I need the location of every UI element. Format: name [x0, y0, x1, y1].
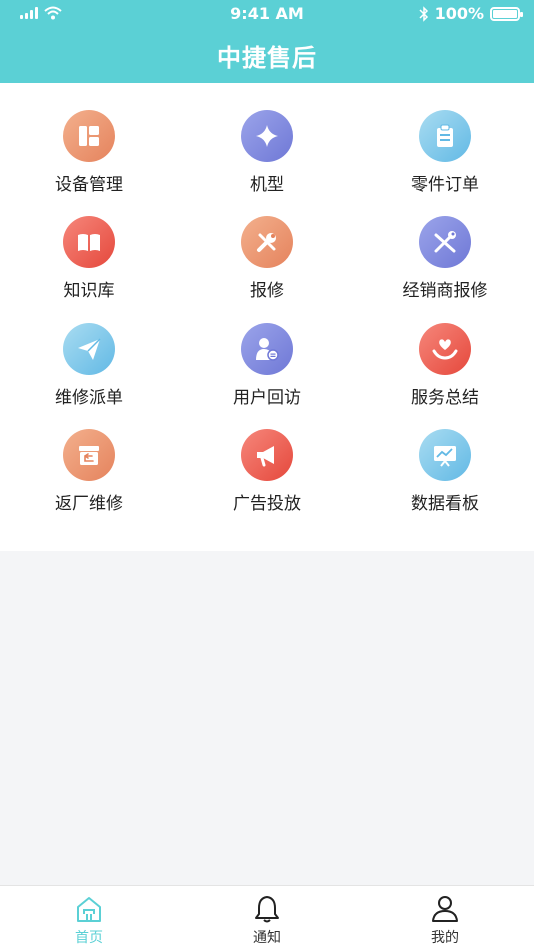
- menu-item[interactable]: 知识库: [0, 216, 178, 316]
- sparkle-icon: [241, 110, 293, 162]
- status-bar: 9:41 AM 100%: [0, 0, 534, 28]
- user-chat-icon: [241, 323, 293, 375]
- battery-percent: 100%: [434, 4, 484, 23]
- menu-item[interactable]: 报修: [178, 216, 356, 316]
- tab-label: 通知: [253, 930, 281, 946]
- menu-item-label: 广告投放: [233, 494, 301, 514]
- menu-item[interactable]: 用户回访: [178, 323, 356, 423]
- chart-board-icon: [419, 429, 471, 481]
- hand-heart-icon: [419, 323, 471, 375]
- menu-item[interactable]: 广告投放: [178, 429, 356, 529]
- header-bar: 9:41 AM 100% 中捷售后: [0, 0, 534, 83]
- megaphone-icon: [241, 429, 293, 481]
- menu-item-label: 数据看板: [411, 494, 479, 514]
- menu-item[interactable]: 维修派单: [0, 323, 178, 423]
- menu-item-label: 服务总结: [411, 388, 479, 408]
- clipboard-icon: [419, 110, 471, 162]
- tab-bell[interactable]: 通知: [178, 886, 356, 950]
- tab-label: 我的: [431, 930, 459, 946]
- menu-item[interactable]: 经销商报修: [356, 216, 534, 316]
- bottom-tab-bar: 首页 通知 我的: [0, 885, 534, 950]
- tab-label: 首页: [75, 930, 103, 946]
- tab-user[interactable]: 我的: [356, 886, 534, 950]
- menu-item-label: 零件订单: [411, 175, 479, 195]
- tab-home[interactable]: 首页: [0, 886, 178, 950]
- menu-item-label: 报修: [250, 281, 284, 301]
- paper-plane-icon: [63, 323, 115, 375]
- menu-item-label: 设备管理: [55, 175, 123, 195]
- menu-item-label: 知识库: [63, 281, 115, 301]
- menu-item-label: 机型: [250, 175, 284, 195]
- bell-icon: [255, 896, 279, 923]
- bluetooth-icon: [419, 5, 428, 22]
- home-icon: [77, 897, 101, 922]
- return-box-icon: [63, 429, 115, 481]
- tools-icon: [419, 216, 471, 268]
- menu-item[interactable]: 数据看板: [356, 429, 534, 529]
- wrench-screwdriver-icon: [241, 216, 293, 268]
- menu-item[interactable]: 零件订单: [356, 110, 534, 210]
- menu-item[interactable]: 设备管理: [0, 110, 178, 210]
- menu-item-label: 维修派单: [55, 388, 123, 408]
- menu-item-label: 返厂维修: [55, 494, 123, 514]
- menu-item-label: 用户回访: [233, 388, 301, 408]
- battery-icon: [490, 6, 523, 21]
- user-icon: [432, 896, 458, 922]
- menu-item-label: 经销商报修: [402, 281, 488, 301]
- layout-panel-icon: [63, 110, 115, 162]
- book-icon: [63, 216, 115, 268]
- menu-item[interactable]: 机型: [178, 110, 356, 210]
- status-right: 100%: [419, 4, 523, 23]
- page-title: 中捷售后: [217, 44, 317, 72]
- menu-item[interactable]: 返厂维修: [0, 429, 178, 529]
- menu-item[interactable]: 服务总结: [356, 323, 534, 423]
- menu-grid: 设备管理 机型 零件订单知识库 报修 经销商报修维修派单 用户回访 服务总结返厂维修 广告投放…: [0, 83, 534, 551]
